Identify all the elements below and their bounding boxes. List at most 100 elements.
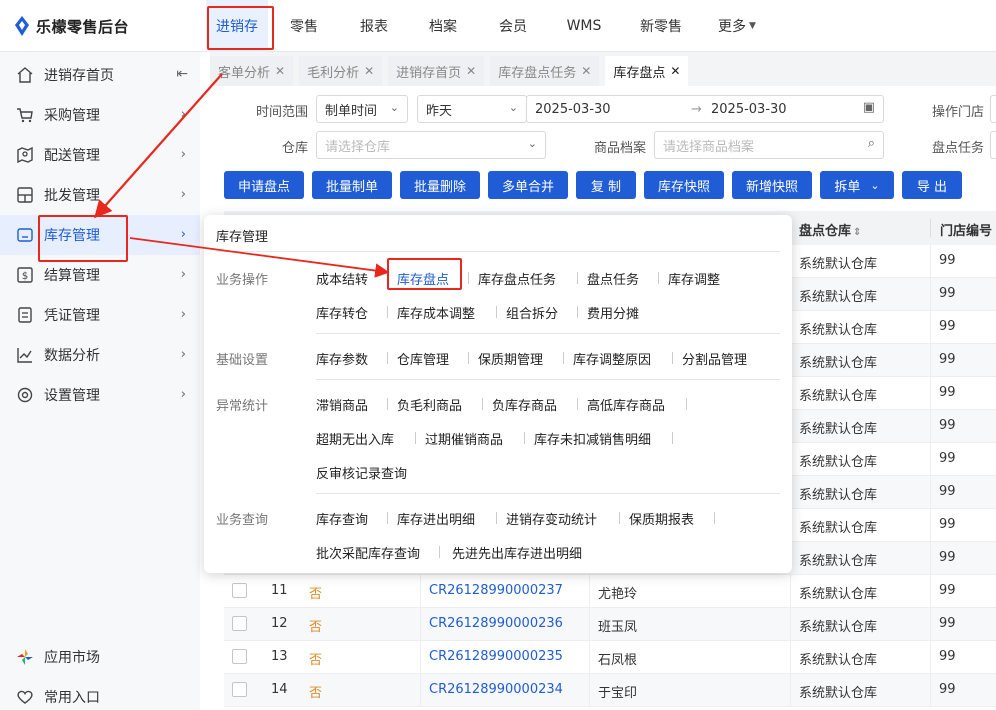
- col-warehouse[interactable]: 盘点仓库 ⇕: [799, 220, 861, 239]
- date-preset-select[interactable]: 昨天 ⌄: [417, 95, 527, 123]
- menu-slow-moving[interactable]: 滞销商品: [316, 395, 368, 414]
- batch-create-button[interactable]: 批量制单: [312, 171, 392, 199]
- menu-adjust-reasons[interactable]: 库存调整原因: [573, 349, 651, 368]
- table-row[interactable]: 11 否 CR26128990000237 尤艳玲 系统默认仓库 99: [224, 575, 996, 608]
- batch-delete-button[interactable]: 批量删除: [400, 171, 480, 199]
- menu-high-low-stock[interactable]: 高低库存商品: [587, 395, 665, 414]
- topnav-item-more[interactable]: 更多 ▼: [702, 0, 772, 52]
- topnav-item-inventory[interactable]: 进销存: [206, 0, 268, 52]
- sidebar-item-inventory-home[interactable]: 进销存首页 ⇤: [0, 55, 200, 95]
- sort-icon[interactable]: ⇕: [853, 227, 861, 238]
- sidebar-item-inventory[interactable]: 库存管理 ›: [0, 215, 200, 255]
- order-code-link[interactable]: CR26128990000234: [429, 682, 563, 697]
- menu-overdue-no-movement[interactable]: 超期无出入库: [316, 429, 394, 448]
- menu-fifo-detail[interactable]: 先进先出库存进出明细: [452, 543, 582, 562]
- close-icon[interactable]: ✕: [466, 64, 476, 78]
- chevron-down-icon: ⌄: [870, 178, 880, 192]
- sidebar-item-settlement[interactable]: $ 结算管理 ›: [0, 255, 200, 295]
- menu-bundle-split[interactable]: 组合拆分: [506, 303, 558, 322]
- menu-stock-query[interactable]: 库存查询: [316, 509, 368, 528]
- menu-count-task[interactable]: 盘点任务: [587, 269, 639, 288]
- topnav-item-archive[interactable]: 档案: [408, 0, 478, 52]
- menu-stock-adjust[interactable]: 库存调整: [668, 269, 720, 288]
- chevron-right-icon: ›: [180, 187, 186, 202]
- warehouse-select[interactable]: 请选择仓库 ⌄: [316, 131, 546, 159]
- product-search-input[interactable]: 请选择商品档案 ⌕: [654, 131, 884, 159]
- date-range-picker[interactable]: 2025-03-30 → 2025-03-30 ▣: [526, 95, 884, 123]
- menu-negative-stock[interactable]: 负库存商品: [492, 395, 557, 414]
- menu-negative-margin[interactable]: 负毛利商品: [397, 395, 462, 414]
- heart-icon: [16, 688, 34, 706]
- menu-batch-stock-query[interactable]: 批次采配库存查询: [316, 543, 420, 562]
- chevron-down-icon: ⌄: [389, 101, 399, 114]
- tab-inventory-home[interactable]: 进销存首页 ✕: [388, 56, 485, 86]
- menu-cost-adjust[interactable]: 库存成本调整: [397, 303, 475, 322]
- sidebar-item-favorites[interactable]: 常用入口: [0, 677, 200, 710]
- collapse-sidebar-icon[interactable]: ⇤: [176, 66, 188, 82]
- menu-shelf-life-report[interactable]: 保质期报表: [629, 509, 694, 528]
- menu-cost-carryover[interactable]: 成本结转: [316, 269, 368, 288]
- sidebar-item-voucher[interactable]: 凭证管理 ›: [0, 295, 200, 335]
- menu-unreduced-sales[interactable]: 库存未扣减销售明细: [534, 429, 651, 448]
- date-end[interactable]: 2025-03-30: [711, 102, 787, 117]
- merge-orders-button[interactable]: 多单合并: [488, 171, 568, 199]
- row-checkbox[interactable]: [232, 616, 247, 631]
- close-icon[interactable]: ✕: [581, 64, 591, 78]
- copy-button[interactable]: 复 制: [576, 171, 636, 199]
- table-row[interactable]: 13 否 CR26128990000235 石凤根 系统默认仓库 99: [224, 641, 996, 674]
- sidebar-item-purchase[interactable]: 采购管理 ›: [0, 95, 200, 135]
- close-icon[interactable]: ✕: [275, 64, 285, 78]
- menu-split-items[interactable]: 分割品管理: [682, 349, 747, 368]
- tab-stocktake-task[interactable]: 库存盘点任务 ✕: [490, 56, 600, 86]
- table-row[interactable]: 14 否 CR26128990000234 于宝印 系统默认仓库 99: [224, 674, 996, 707]
- task-select[interactable]: [990, 131, 996, 159]
- menu-stocktake-task[interactable]: 库存盘点任务: [478, 269, 556, 288]
- caret-down-icon: ▼: [749, 21, 756, 31]
- export-button[interactable]: 导 出: [902, 171, 962, 199]
- sidebar-item-settings[interactable]: 设置管理 ›: [0, 375, 200, 415]
- menu-psi-change-stats[interactable]: 进销存变动统计: [506, 509, 597, 528]
- order-code-link[interactable]: CR26128990000237: [429, 583, 563, 598]
- category-label: 异常统计: [216, 399, 269, 414]
- topnav-item-reports[interactable]: 报表: [340, 0, 408, 52]
- menu-stock-movement-detail[interactable]: 库存进出明细: [397, 509, 475, 528]
- menu-stock-transfer[interactable]: 库存转仓: [316, 303, 368, 322]
- tab-margin-analysis[interactable]: 毛利分析 ✕: [299, 56, 383, 86]
- close-icon[interactable]: ✕: [670, 64, 680, 78]
- close-icon[interactable]: ✕: [364, 64, 374, 78]
- apply-stocktake-button[interactable]: 申请盘点: [224, 171, 304, 199]
- inventory-icon: [16, 226, 34, 244]
- topnav-item-wms[interactable]: WMS: [548, 0, 620, 52]
- menu-stock-params[interactable]: 库存参数: [316, 349, 368, 368]
- sidebar-item-app-market[interactable]: 应用市场: [0, 637, 200, 677]
- menu-stocktake[interactable]: 库存盘点: [397, 269, 449, 288]
- home-icon: [16, 66, 34, 84]
- menu-expired-promo[interactable]: 过期催销商品: [425, 429, 503, 448]
- new-snapshot-button[interactable]: 新增快照: [732, 171, 812, 199]
- date-start[interactable]: 2025-03-30: [535, 102, 611, 117]
- tab-customer-analysis[interactable]: 客单分析 ✕: [210, 56, 294, 86]
- sidebar-item-wholesale[interactable]: 批发管理 ›: [0, 175, 200, 215]
- order-code-link[interactable]: CR26128990000235: [429, 649, 563, 664]
- row-checkbox[interactable]: [232, 583, 247, 598]
- order-code-link[interactable]: CR26128990000236: [429, 616, 563, 631]
- tab-stocktake[interactable]: 库存盘点 ✕: [605, 56, 689, 86]
- split-order-button[interactable]: 拆单 ⌄: [820, 171, 894, 199]
- menu-unaudit-records[interactable]: 反审核记录查询: [316, 463, 407, 482]
- row-checkbox[interactable]: [232, 682, 247, 697]
- menu-warehouse-mgmt[interactable]: 仓库管理: [397, 349, 449, 368]
- category-label: 业务操作: [216, 273, 269, 288]
- time-type-select[interactable]: 制单时间 ⌄: [316, 95, 408, 123]
- table-row[interactable]: 12 否 CR26128990000236 班玉凤 系统默认仓库 99: [224, 608, 996, 641]
- row-checkbox[interactable]: [232, 649, 247, 664]
- search-icon: ⌕: [867, 136, 875, 151]
- store-select[interactable]: [990, 95, 996, 123]
- menu-shelf-life-mgmt[interactable]: 保质期管理: [478, 349, 543, 368]
- menu-cost-allocation[interactable]: 费用分摊: [587, 303, 639, 322]
- sidebar-item-analytics[interactable]: 数据分析 ›: [0, 335, 200, 375]
- sidebar-item-delivery[interactable]: 配送管理 ›: [0, 135, 200, 175]
- topnav-item-retail[interactable]: 零售: [268, 0, 340, 52]
- topnav-item-new-retail[interactable]: 新零售: [620, 0, 702, 52]
- stock-snapshot-button[interactable]: 库存快照: [644, 171, 724, 199]
- topnav-item-members[interactable]: 会员: [478, 0, 548, 52]
